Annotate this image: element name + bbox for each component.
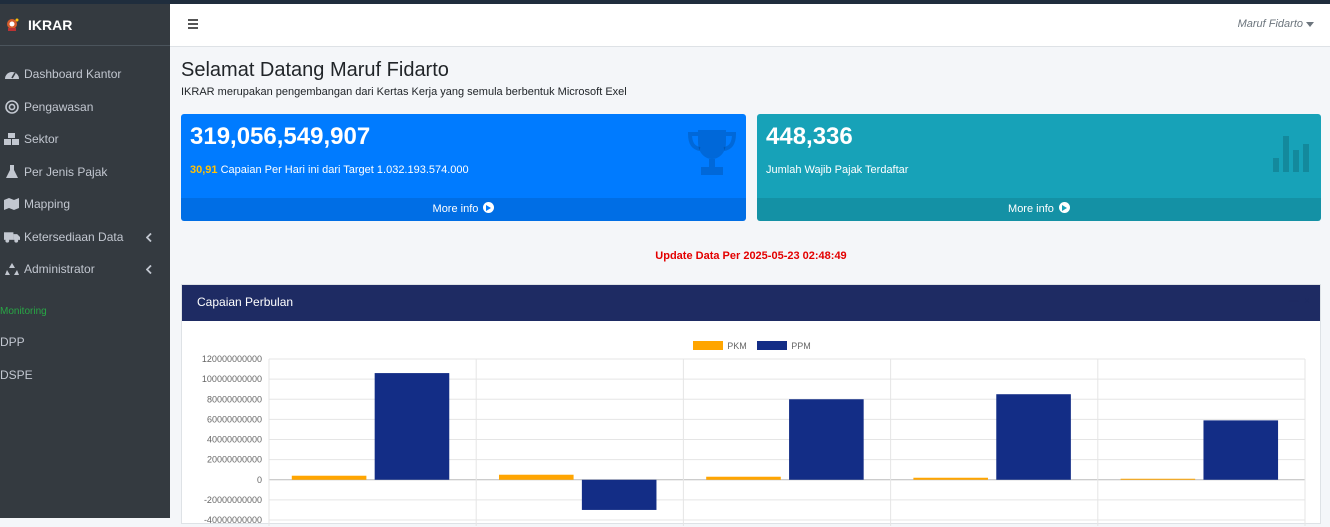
page-title: Selamat Datang Maruf Fidarto — [181, 59, 449, 81]
bar-pkm — [291, 475, 367, 480]
info-boxes: 319,056,549,907 30,91 Capaian Per Hari i… — [181, 114, 1321, 221]
sidebar-item-label: Mapping — [24, 197, 71, 212]
y-tick-label: 0 — [257, 475, 262, 485]
sidebar-item-label: Per Jenis Pajak — [24, 164, 108, 179]
y-tick-label: 120000000000 — [202, 354, 262, 364]
bar-pkm — [706, 476, 781, 480]
chevron-left-icon — [145, 263, 152, 277]
flask-icon — [4, 164, 20, 179]
bar-ppm — [374, 373, 450, 480]
brand-logo-icon — [4, 15, 24, 35]
hamburger-menu-icon[interactable] — [188, 19, 198, 29]
info-box-text: Capaian Per Hari ini dari Target 1.032.1… — [217, 164, 469, 176]
brand-name: IKRAR — [28, 16, 73, 33]
sidebar-item-label: Ketersediaan Data — [24, 229, 124, 244]
collapse-icon[interactable]: — — [1289, 296, 1299, 307]
sidebar-section-header: Monitoring — [0, 305, 47, 317]
info-box-description: 30,91 Capaian Per Hari ini dari Target 1… — [190, 164, 469, 176]
sidebar-item-label: Pengawasan — [24, 99, 94, 114]
info-box-value: 319,056,549,907 — [190, 123, 371, 150]
map-icon — [4, 197, 20, 211]
info-box-capaian: 319,056,549,907 30,91 Capaian Per Hari i… — [181, 114, 746, 221]
y-tick-label: 100000000000 — [202, 374, 262, 384]
y-tick-label: -40000000000 — [204, 515, 262, 525]
sidebar-monitoring-nav: DPP DSPE — [0, 326, 170, 392]
bar-pkm — [498, 474, 574, 480]
cubes-icon — [4, 132, 20, 146]
bar-pkm — [913, 477, 988, 480]
card-title: Capaian Perbulan — [197, 295, 294, 309]
capaian-perbulan-card: Capaian Perbulan — × PKM PPM 12000000000… — [181, 284, 1321, 526]
info-box-value: 448,336 — [766, 123, 853, 150]
bar-ppm — [581, 479, 657, 510]
bar-ppm — [996, 394, 1071, 480]
y-tick-label: 80000000000 — [207, 394, 262, 404]
sidebar: IKRAR Dashboard Kantor Pengawasan Sektor… — [0, 4, 170, 518]
info-box-wajib-pajak: 448,336 Jumlah Wajib Pajak Terdaftar Mor… — [757, 114, 1321, 221]
brand[interactable]: IKRAR — [0, 4, 170, 46]
chevron-left-icon — [145, 231, 152, 245]
capaian-chart: 120000000000 100000000000 80000000000 60000… — [202, 354, 1306, 526]
card-tools: — × — [1289, 285, 1310, 319]
top-navbar: Maruf Fidarto — [170, 4, 1330, 47]
sidebar-nav: Dashboard Kantor Pengawasan Sektor Per J… — [0, 58, 170, 286]
info-box-highlight: 30,91 — [190, 164, 218, 176]
page-subtitle: IKRAR merupakan pengembangan dari Kertas… — [181, 86, 627, 98]
more-info-label: More info — [432, 203, 479, 215]
sidebar-item-administrator[interactable]: Administrator — [0, 253, 170, 286]
user-menu[interactable]: Maruf Fidarto — [1238, 18, 1314, 30]
sidebar-item-pengawasan[interactable]: Pengawasan — [0, 91, 170, 124]
user-name: Maruf Fidarto — [1237, 18, 1303, 30]
sidebar-item-dspe[interactable]: DSPE — [0, 359, 170, 392]
sidebar-item-label: Sektor — [24, 132, 59, 147]
caret-down-icon — [1306, 21, 1314, 27]
main-content: Selamat Datang Maruf Fidarto IKRAR merup… — [181, 47, 1321, 526]
update-timestamp: Update Data Per 2025-05-23 02:48:49 — [655, 250, 847, 262]
sidebar-item-label: Dashboard Kantor — [24, 67, 122, 82]
bar-ppm — [789, 399, 864, 480]
more-info-link[interactable]: More info — [757, 198, 1321, 221]
trophy-icon — [687, 128, 737, 183]
arrow-circle-right-icon — [1058, 202, 1070, 213]
truck-icon — [4, 230, 20, 244]
info-box-text: Jumlah Wajib Pajak Terdaftar — [766, 164, 909, 176]
sidebar-item-ketersediaan-data[interactable]: Ketersediaan Data — [0, 221, 170, 254]
more-info-link[interactable]: More info — [181, 198, 746, 221]
sidebar-item-dashboard-kantor[interactable]: Dashboard Kantor — [0, 58, 170, 91]
recycle-icon — [4, 262, 20, 276]
sidebar-item-sektor[interactable]: Sektor — [0, 123, 170, 156]
y-tick-label: 20000000000 — [207, 455, 262, 465]
info-box-description: Jumlah Wajib Pajak Terdaftar — [766, 164, 908, 176]
y-tick-label: -20000000000 — [204, 495, 262, 505]
card-header: Capaian Perbulan — × — [182, 285, 1320, 321]
bar-pkm — [1120, 478, 1196, 480]
sidebar-item-label: Administrator — [24, 262, 95, 277]
more-info-label: More info — [1008, 203, 1054, 215]
bar-chart-icon — [1273, 136, 1311, 177]
arrow-circle-right-icon — [483, 202, 495, 213]
sidebar-item-dpp[interactable]: DPP — [0, 326, 170, 359]
tachometer-icon — [4, 67, 20, 81]
bar-ppm — [1203, 420, 1279, 480]
y-tick-label: 60000000000 — [207, 414, 262, 424]
close-icon[interactable]: × — [1304, 296, 1310, 307]
sidebar-item-mapping[interactable]: Mapping — [0, 188, 170, 221]
sidebar-item-per-jenis-pajak[interactable]: Per Jenis Pajak — [0, 156, 170, 189]
y-tick-label: 40000000000 — [207, 435, 262, 445]
bullseye-icon — [4, 99, 20, 114]
